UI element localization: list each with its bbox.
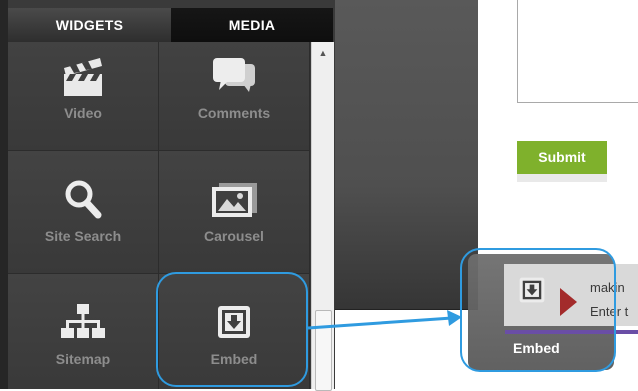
drag-connector-arrow-icon xyxy=(307,310,462,330)
